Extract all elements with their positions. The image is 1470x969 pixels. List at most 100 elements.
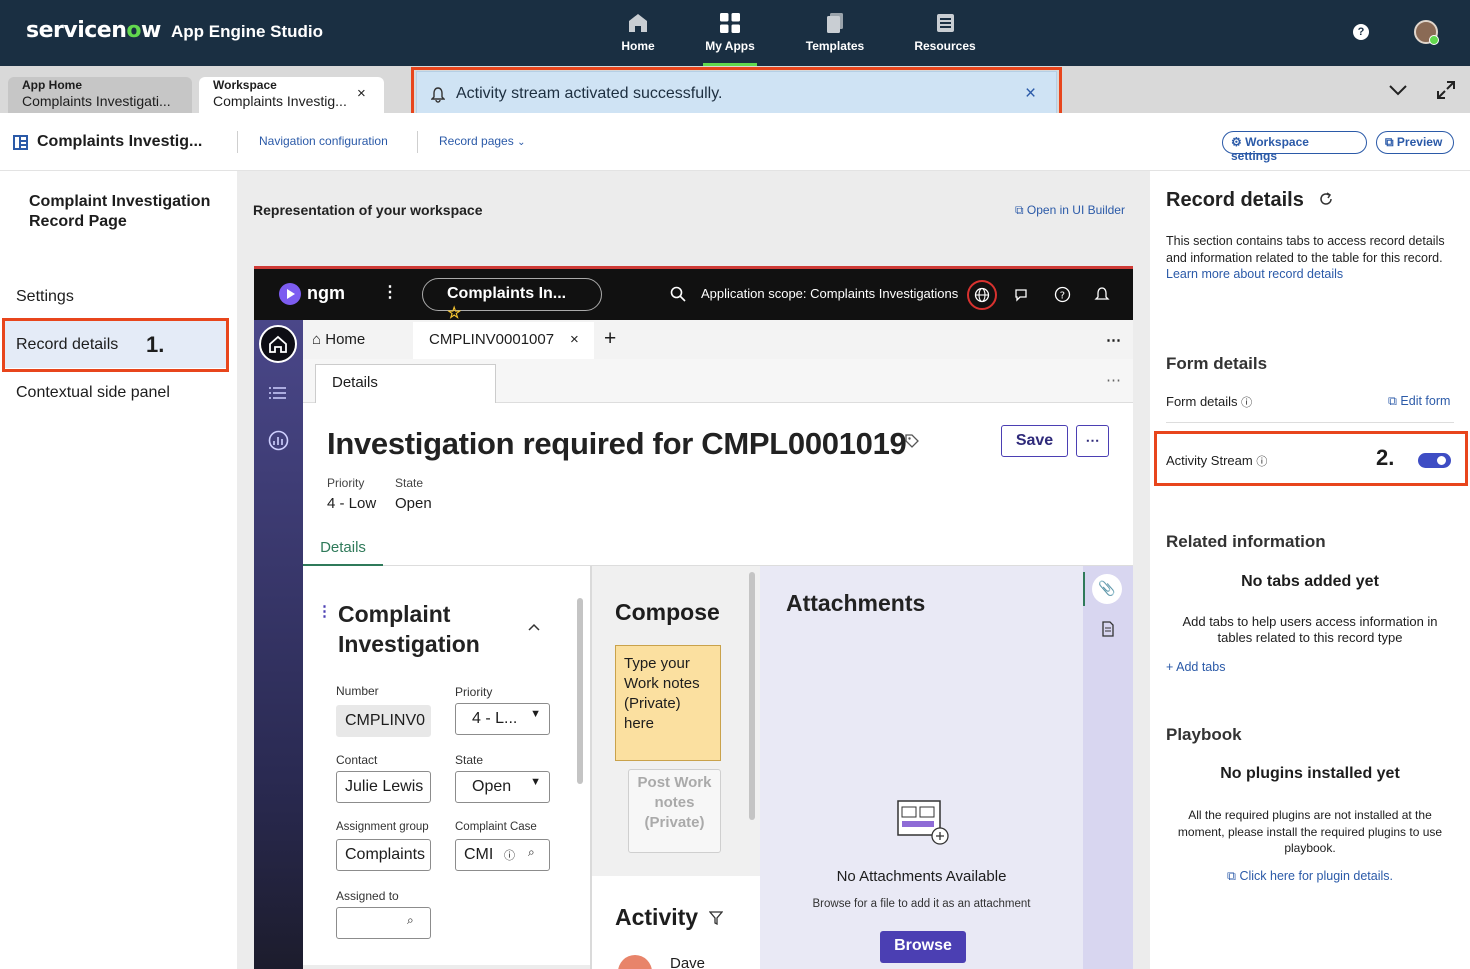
chevron-down-icon: ⌄	[517, 137, 526, 148]
form-details-label-text: Form details	[1166, 394, 1238, 409]
preview-button[interactable]: ⧉ Preview	[1376, 131, 1454, 154]
nav-resources[interactable]: Resources	[905, 10, 985, 66]
caret-down-icon: ▼	[530, 776, 541, 788]
filter-icon[interactable]	[709, 911, 723, 925]
home-nav-button[interactable]	[259, 325, 297, 363]
app-pill[interactable]: Complaints In... ☆	[422, 278, 602, 322]
number-field[interactable]: CMPLINV0	[336, 705, 431, 737]
plugin-details-link[interactable]: ⧉ Click here for plugin details.	[1150, 869, 1470, 884]
assigned-to-field[interactable]: ⌕	[336, 907, 431, 939]
search-icon[interactable]: ⌕	[528, 845, 535, 860]
details-tab[interactable]: Details	[315, 364, 496, 403]
info-icon[interactable]: ⓘ	[1241, 397, 1252, 409]
close-tab-icon[interactable]: ×	[357, 85, 366, 102]
contact-field[interactable]: Julie Lewis	[336, 771, 431, 803]
scrollbar[interactable]	[577, 598, 583, 784]
more-options-icon[interactable]: ⋯	[1106, 331, 1121, 349]
contact-label: Contact	[336, 753, 378, 767]
compose-title: Compose	[615, 599, 720, 625]
apps-grid-icon	[720, 13, 740, 33]
preview-heading: Representation of your workspace	[253, 202, 483, 218]
record-details-description: This section contains tabs to access rec…	[1166, 233, 1456, 283]
scrollbar[interactable]	[749, 572, 755, 820]
drag-handle-icon[interactable]: ⋮	[317, 602, 332, 620]
analytics-icon[interactable]	[268, 430, 289, 451]
globe-icon[interactable]	[967, 280, 997, 310]
nav-home[interactable]: Home	[598, 10, 678, 66]
more-actions-button[interactable]: ⋯	[1076, 425, 1109, 457]
search-icon[interactable]: ⌕	[407, 913, 414, 928]
state-select-value: Open	[472, 778, 512, 795]
expand-icon[interactable]	[1436, 80, 1456, 100]
assignment-group-field[interactable]: Complaints	[336, 839, 431, 871]
record-pages-dropdown[interactable]: Record pages ⌄	[439, 134, 525, 148]
edit-form-link[interactable]: ⧉ Edit form	[1388, 394, 1450, 409]
no-plugins-heading: No plugins installed yet	[1220, 765, 1400, 782]
search-icon[interactable]	[670, 286, 686, 302]
active-rail-indicator	[1083, 572, 1085, 606]
top-navigation-bar: servicenow App Engine Studio Home My App…	[0, 0, 1470, 66]
nav-my-apps[interactable]: My Apps	[690, 10, 770, 66]
page-title: Complaints Investig...	[37, 133, 203, 150]
tab-app-home-subtitle: Complaints Investigati...	[22, 93, 171, 109]
open-in-ui-builder-link[interactable]: ⧉ Open in UI Builder	[1015, 203, 1125, 218]
post-work-notes-button[interactable]: Post Work notes (Private)	[628, 769, 721, 853]
tab-app-home[interactable]: App Home Complaints Investigati...	[8, 77, 192, 113]
help-icon[interactable]: ?	[1353, 24, 1369, 40]
tag-icon[interactable]	[904, 433, 920, 449]
sidebar-item-contextual-side-panel[interactable]: Contextual side panel	[16, 384, 170, 402]
details-subtab[interactable]: Details	[303, 539, 383, 566]
add-tabs-label: Add tabs	[1176, 660, 1226, 674]
user-avatar[interactable]	[1414, 20, 1439, 45]
activity-author: Dave	[670, 955, 706, 969]
work-notes-textarea[interactable]: Type your Work notes (Private) here	[615, 645, 721, 761]
app-pill-label: Complaints In...	[447, 285, 567, 302]
info-icon[interactable]: ⓘ	[504, 847, 515, 863]
add-tab-icon[interactable]: +	[604, 327, 616, 351]
form-title-line-1: Complaint	[338, 601, 451, 627]
horizontal-scrollbar[interactable]	[303, 965, 590, 969]
mock-tab-home[interactable]: ⌂ Home	[312, 331, 365, 348]
list-icon[interactable]	[269, 386, 287, 400]
learn-more-link[interactable]: Learn more about record details	[1166, 267, 1343, 281]
notification-bell-icon[interactable]	[1094, 286, 1110, 303]
divider	[1166, 422, 1454, 423]
tab-app-home-title: App Home	[22, 78, 82, 92]
paperclip-icon[interactable]: 📎	[1092, 574, 1122, 604]
chat-icon[interactable]	[1014, 287, 1030, 303]
sidebar-item-settings[interactable]: Settings	[16, 288, 74, 306]
document-icon[interactable]	[1101, 621, 1115, 637]
browse-button[interactable]: Browse	[880, 931, 966, 963]
save-button[interactable]: Save	[1001, 425, 1068, 457]
plus-icon: +	[1166, 660, 1174, 674]
refresh-icon[interactable]	[1318, 191, 1334, 207]
application-scope-label: Application scope: Complaints Investigat…	[701, 286, 959, 301]
close-tab-icon[interactable]: ×	[570, 331, 579, 348]
add-tabs-link[interactable]: + Add tabs	[1166, 660, 1225, 674]
tab-workspace[interactable]: Workspace Complaints Investig... ×	[199, 77, 384, 113]
record-page-heading: Complaint Investigation Record Page	[29, 193, 211, 230]
ngm-logo-icon	[279, 283, 301, 305]
nav-templates[interactable]: Templates	[795, 10, 875, 66]
mock-side-nav	[254, 320, 303, 969]
ngm-logo-text: ngm	[307, 283, 345, 303]
no-plugins-description: All the required plugins are not install…	[1177, 808, 1443, 855]
state-select[interactable]: Open ▼	[455, 771, 550, 803]
external-link-icon: ⧉	[1227, 869, 1236, 883]
priority-select[interactable]: 4 - L... ▼	[455, 703, 550, 735]
workspace-settings-button[interactable]: ⚙ Workspace settings	[1222, 131, 1367, 163]
help-circle-icon[interactable]: ?	[1054, 286, 1071, 303]
resources-icon	[937, 14, 954, 32]
more-options-icon[interactable]: ⋯	[1106, 371, 1121, 389]
more-vertical-icon[interactable]: ⋮	[382, 282, 398, 302]
navigation-configuration-link[interactable]: Navigation configuration	[259, 134, 388, 148]
servicenow-logo[interactable]: servicenow	[26, 18, 161, 43]
tab-workspace-title: Workspace	[213, 78, 277, 92]
complaint-case-field[interactable]: CMI ⓘ ⌕	[455, 839, 550, 871]
divider	[237, 131, 238, 153]
assignment-group-label: Assignment group	[336, 821, 429, 833]
chevron-up-icon[interactable]	[527, 622, 541, 632]
record-title: Investigation required for CMPL0001019	[327, 426, 907, 461]
workspace-grid-icon	[13, 135, 28, 150]
chevron-down-icon[interactable]	[1388, 83, 1408, 97]
